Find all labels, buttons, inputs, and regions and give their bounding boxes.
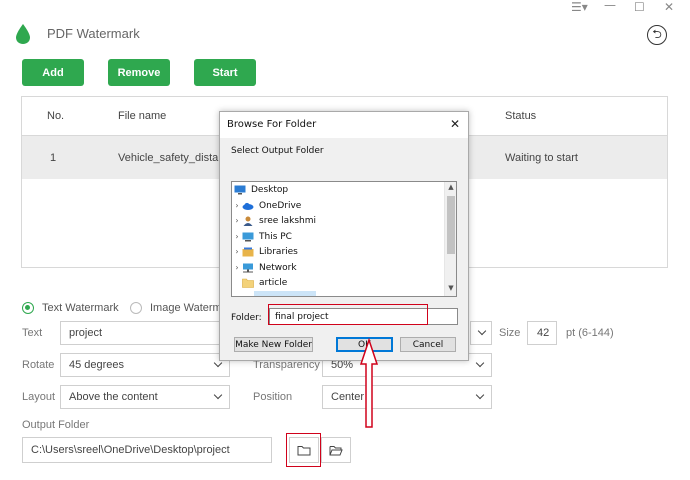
watermark-text-input[interactable]: project [60, 321, 230, 345]
scroll-up-icon[interactable]: ▲ [445, 183, 456, 191]
maximize-icon[interactable]: ☐ [634, 0, 645, 14]
highlight-browse-annotation [286, 433, 321, 467]
size-range-hint: pt (6-144) [566, 327, 614, 339]
layout-select[interactable]: Above the content [60, 385, 230, 409]
output-folder-label: Output Folder [22, 419, 90, 431]
size-label: Size [499, 327, 521, 339]
cancel-button[interactable]: Cancel [400, 337, 456, 352]
dialog-subtitle: Select Output Folder [231, 146, 324, 156]
scroll-down-icon[interactable]: ▼ [445, 284, 456, 292]
back-arrow-icon: ⮌ [652, 26, 662, 41]
tree-item-network[interactable]: › Network [232, 260, 296, 275]
tree-item-onedrive[interactable]: › OneDrive [232, 198, 301, 213]
open-folder-button[interactable] [321, 437, 351, 463]
column-header-file-name: File name [118, 110, 167, 122]
scrollbar-thumb[interactable] [447, 196, 455, 254]
close-icon[interactable]: ✕ [664, 0, 674, 14]
tree-scrollbar[interactable]: ▲ ▼ [444, 182, 456, 296]
position-select[interactable]: Center [322, 385, 492, 409]
position-label: Position [253, 391, 293, 403]
rotate-select[interactable]: 45 degrees [60, 353, 230, 377]
text-watermark-radio[interactable] [22, 302, 34, 314]
output-folder-input[interactable]: C:\Users\sreel\OneDrive\Desktop\project [22, 437, 272, 463]
libraries-icon [242, 247, 254, 256]
start-button[interactable]: Start [194, 59, 256, 86]
tree-item-article[interactable]: article [232, 275, 287, 290]
column-header-no: No. [47, 110, 65, 122]
make-new-folder-button[interactable]: Make New Folder [234, 337, 313, 352]
row-file-name: Vehicle_safety_distanc [118, 152, 230, 164]
image-watermark-label: Image Waterma [150, 302, 228, 314]
text-label: Text [22, 327, 43, 339]
open-folder-icon [329, 445, 343, 455]
chevron-down-icon [475, 358, 485, 368]
back-button[interactable]: ⮌ [647, 25, 667, 45]
tree-item-desktop[interactable]: Desktop [232, 182, 445, 197]
highlight-folder-name-annotation [268, 304, 428, 325]
text-watermark-label: Text Watermark [42, 302, 119, 314]
add-button[interactable]: Add [22, 59, 84, 86]
layout-label: Layout [22, 391, 56, 403]
row-status: Waiting to start [505, 152, 578, 164]
remove-button[interactable]: Remove [108, 59, 170, 86]
folder-tree[interactable]: Desktop › OneDrive › sree lakshmi › This… [231, 181, 457, 297]
row-number: 1 [50, 152, 57, 164]
cloud-icon [242, 202, 254, 210]
image-watermark-radio[interactable] [130, 302, 142, 314]
user-icon [243, 216, 253, 226]
dialog-close-icon[interactable]: ✕ [450, 117, 460, 131]
size-input[interactable]: 42 [527, 321, 557, 345]
tree-item-user[interactable]: › sree lakshmi [232, 213, 316, 228]
minimize-icon[interactable]: — [604, 0, 616, 12]
dialog-title: Browse For Folder [227, 119, 317, 130]
folder-field-label: Folder: [231, 313, 262, 323]
menu-icon[interactable]: ☰▾ [571, 0, 588, 14]
tree-item-selected-partial[interactable] [254, 291, 316, 296]
chevron-down-icon [475, 390, 485, 400]
desktop-icon [234, 185, 246, 194]
tree-item-this-pc[interactable]: › This PC [232, 229, 292, 244]
app-title: PDF Watermark [47, 26, 140, 41]
font-dropdown[interactable] [470, 321, 492, 345]
folder-icon [242, 278, 254, 288]
rotate-label: Rotate [22, 359, 55, 371]
network-icon [243, 263, 253, 272]
column-header-status: Status [505, 110, 537, 122]
tree-item-libraries[interactable]: › Libraries [232, 244, 297, 259]
computer-icon [242, 232, 254, 241]
annotation-arrow-icon [359, 338, 379, 428]
chevron-down-icon [213, 390, 223, 400]
droplet-logo-icon [16, 24, 30, 44]
